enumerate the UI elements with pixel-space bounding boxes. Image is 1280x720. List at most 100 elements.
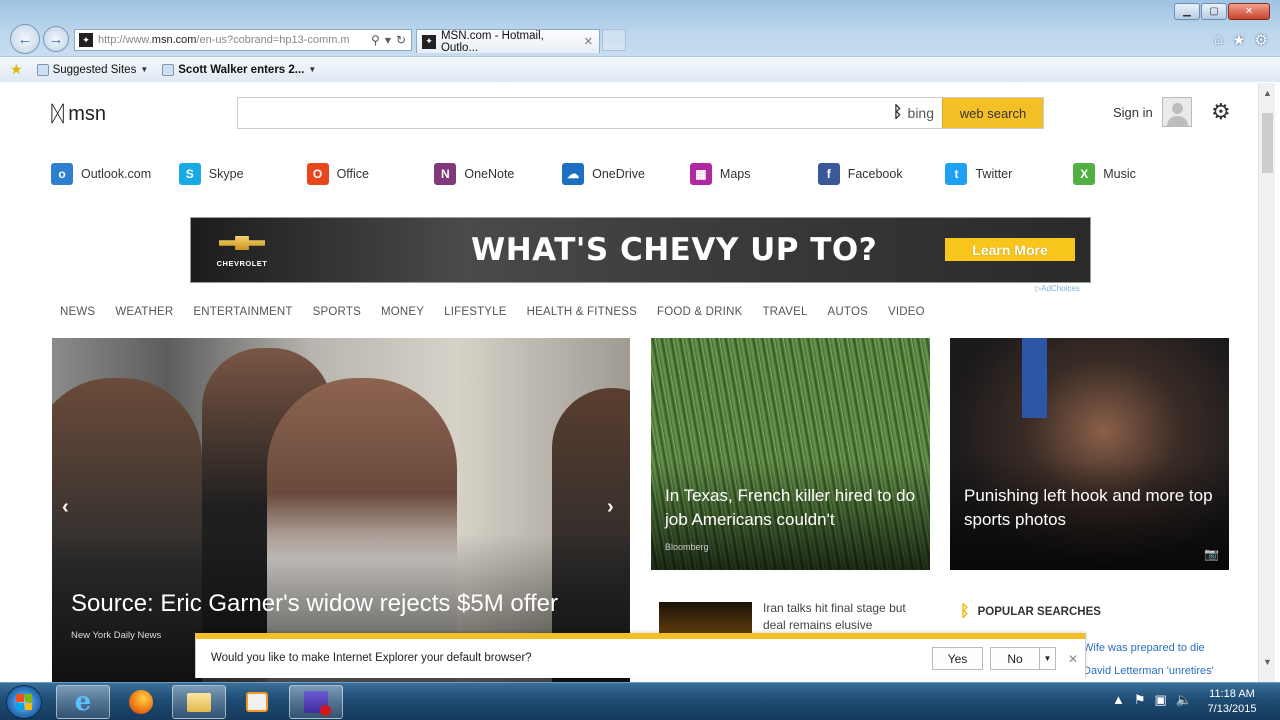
adchoices-link[interactable]: ▷AdChoices: [1035, 284, 1080, 293]
bing-logo: ᛒ bing: [892, 104, 934, 121]
app-link-onedrive[interactable]: ☁ OneDrive: [562, 163, 690, 185]
search-input[interactable]: [238, 98, 893, 128]
page-icon: [36, 63, 49, 76]
app-link-onenote[interactable]: N OneNote: [434, 163, 562, 185]
nav-item-money[interactable]: MONEY: [381, 306, 424, 318]
chevy-ad-banner[interactable]: CHEVROLET WHAT'S CHEVY UP TO? Learn More: [190, 217, 1091, 283]
app-link-twitter[interactable]: t Twitter: [945, 163, 1073, 185]
sign-in-link[interactable]: Sign in: [1113, 105, 1153, 120]
start-button[interactable]: [6, 685, 42, 719]
nav-item-food-drink[interactable]: FOOD & DRINK: [657, 306, 742, 318]
carousel-prev-icon[interactable]: ‹: [62, 496, 69, 519]
yes-button[interactable]: Yes: [932, 647, 983, 670]
taskbar-screen-recorder[interactable]: [289, 685, 343, 719]
story-card-texas[interactable]: In Texas, French killer hired to do job …: [651, 338, 930, 570]
back-button[interactable]: ←: [10, 24, 40, 54]
avatar[interactable]: [1162, 97, 1192, 127]
nav-item-travel[interactable]: TRAVEL: [762, 306, 807, 318]
msn-logo[interactable]: ᛞ msn: [51, 101, 106, 127]
news-item-title[interactable]: Iran talks hit final stage but deal rema…: [763, 600, 923, 634]
nav-item-sports[interactable]: SPORTS: [313, 306, 361, 318]
favorites-star-icon[interactable]: ★: [1232, 31, 1245, 49]
taskbar-firefox[interactable]: [114, 685, 168, 719]
tools-gear-icon[interactable]: ⚙: [1255, 31, 1268, 49]
show-hidden-icons-icon[interactable]: ▲: [1112, 692, 1125, 708]
chevron-down-icon: ▼: [140, 65, 149, 74]
tab-msn[interactable]: ✦ MSN.com - Hotmail, Outlo... ✕: [416, 29, 600, 54]
app-label: Skype: [208, 167, 244, 181]
browser-chrome: ▁ ▢ ✕ ← → ✦ http://www.msn.com/en-us?cob…: [0, 0, 1280, 82]
nav-item-autos[interactable]: AUTOS: [828, 306, 868, 318]
taskbar-internet-explorer[interactable]: e: [56, 685, 110, 719]
popular-search-link[interactable]: David Letterman 'unretires': [1083, 660, 1214, 683]
office-icon: O: [306, 163, 329, 185]
onenote-icon: N: [434, 163, 457, 185]
refresh-icon[interactable]: ↻: [396, 33, 406, 47]
story-card-sports-photos[interactable]: Punishing left hook and more top sports …: [950, 338, 1229, 570]
no-button[interactable]: No: [990, 647, 1040, 670]
dropdown-arrow-icon[interactable]: ▾: [385, 33, 391, 47]
scroll-up-icon[interactable]: ▲: [1263, 88, 1272, 98]
taskbar-media-player[interactable]: [230, 685, 284, 719]
nav-item-lifestyle[interactable]: LIFESTYLE: [444, 306, 507, 318]
popular-search-link[interactable]: Wife was prepared to die: [1083, 637, 1214, 660]
chevron-down-icon[interactable]: ▼: [1039, 647, 1056, 670]
close-tab-icon[interactable]: ✕: [584, 35, 593, 48]
learn-more-button[interactable]: Learn More: [945, 238, 1075, 261]
scroll-down-icon[interactable]: ▼: [1263, 657, 1272, 667]
action-center-flag-icon[interactable]: ⚑: [1134, 692, 1146, 708]
page-icon: [162, 63, 175, 76]
hero-source: New York Daily News: [71, 630, 162, 641]
favorite-scott-walker[interactable]: Scott Walker enters 2... ▼: [162, 63, 316, 76]
app-link-music[interactable]: X Music: [1073, 163, 1201, 185]
category-nav: NEWS WEATHER ENTERTAINMENT SPORTS MONEY LIFES…: [60, 306, 925, 318]
app-link-maps[interactable]: ▦ Maps: [689, 163, 818, 185]
scrollbar-thumb[interactable]: [1262, 113, 1273, 173]
popular-searches-list: Wife was prepared to die David Letterman…: [1083, 637, 1214, 683]
notification-message: Would you like to make Internet Explorer…: [211, 652, 532, 664]
address-bar[interactable]: ✦ http://www.msn.com/en-us?cobrand=hp13-…: [74, 29, 412, 51]
card-title[interactable]: In Texas, French killer hired to do job …: [665, 484, 920, 532]
nav-item-weather[interactable]: WEATHER: [115, 306, 173, 318]
vertical-scrollbar[interactable]: ▲ ▼: [1258, 83, 1275, 683]
app-link-office[interactable]: O Office: [306, 163, 435, 185]
home-icon[interactable]: ⌂: [1214, 31, 1223, 49]
web-search-button[interactable]: web search: [942, 98, 1043, 128]
search-icon[interactable]: ⚲: [371, 33, 380, 47]
facebook-icon: f: [817, 163, 840, 185]
app-label: Office: [336, 167, 369, 181]
nav-item-health-fitness[interactable]: HEALTH & FITNESS: [527, 306, 637, 318]
carousel-next-icon[interactable]: ›: [607, 496, 614, 519]
nav-item-news[interactable]: NEWS: [60, 306, 95, 318]
address-url[interactable]: http://www.msn.com/en-us?cobrand=hp13-co…: [98, 34, 371, 46]
nav-item-entertainment[interactable]: ENTERTAINMENT: [193, 306, 292, 318]
settings-gear-icon[interactable]: ⚙: [1211, 99, 1231, 125]
hero-title[interactable]: Source: Eric Garner's widow rejects $5M …: [71, 590, 558, 618]
nav-item-video[interactable]: VIDEO: [888, 306, 925, 318]
card-title[interactable]: Punishing left hook and more top sports …: [964, 484, 1219, 532]
hero-story[interactable]: ‹ › Source: Eric Garner's widow rejects …: [52, 338, 630, 683]
forward-button[interactable]: →: [43, 26, 69, 52]
minimize-button[interactable]: ▁: [1174, 3, 1200, 20]
favorites-star-icon[interactable]: ★: [10, 61, 23, 78]
app-link-outlook-com[interactable]: o Outlook.com: [51, 163, 179, 185]
network-icon[interactable]: ▣: [1155, 692, 1167, 708]
search-bar: ᛒ bing web search: [237, 97, 1044, 129]
favorites-bar: ★ Suggested Sites ▼ Scott Walker enters …: [0, 56, 1280, 82]
favorite-suggested-sites[interactable]: Suggested Sites ▼: [36, 63, 149, 76]
taskbar-file-explorer[interactable]: [172, 685, 226, 719]
app-link-facebook[interactable]: f Facebook: [817, 163, 946, 185]
default-browser-notification: Would you like to make Internet Explorer…: [195, 633, 1086, 678]
close-window-button[interactable]: ✕: [1228, 3, 1270, 20]
close-notification-icon[interactable]: ✕: [1068, 652, 1078, 666]
app-label: Music: [1103, 167, 1136, 181]
volume-icon[interactable]: 🔈: [1176, 692, 1192, 708]
chevrolet-logo: CHEVROLET: [211, 236, 273, 271]
camera-icon: 📷: [1204, 547, 1219, 561]
ad-headline: WHAT'S CHEVY UP TO?: [471, 232, 878, 268]
system-clock[interactable]: 11:18 AM 7/13/2015: [1196, 687, 1268, 717]
maps-icon: ▦: [689, 163, 712, 185]
new-tab-button[interactable]: [602, 29, 626, 51]
app-link-skype[interactable]: S Skype: [178, 163, 307, 185]
maximize-button[interactable]: ▢: [1201, 3, 1227, 20]
